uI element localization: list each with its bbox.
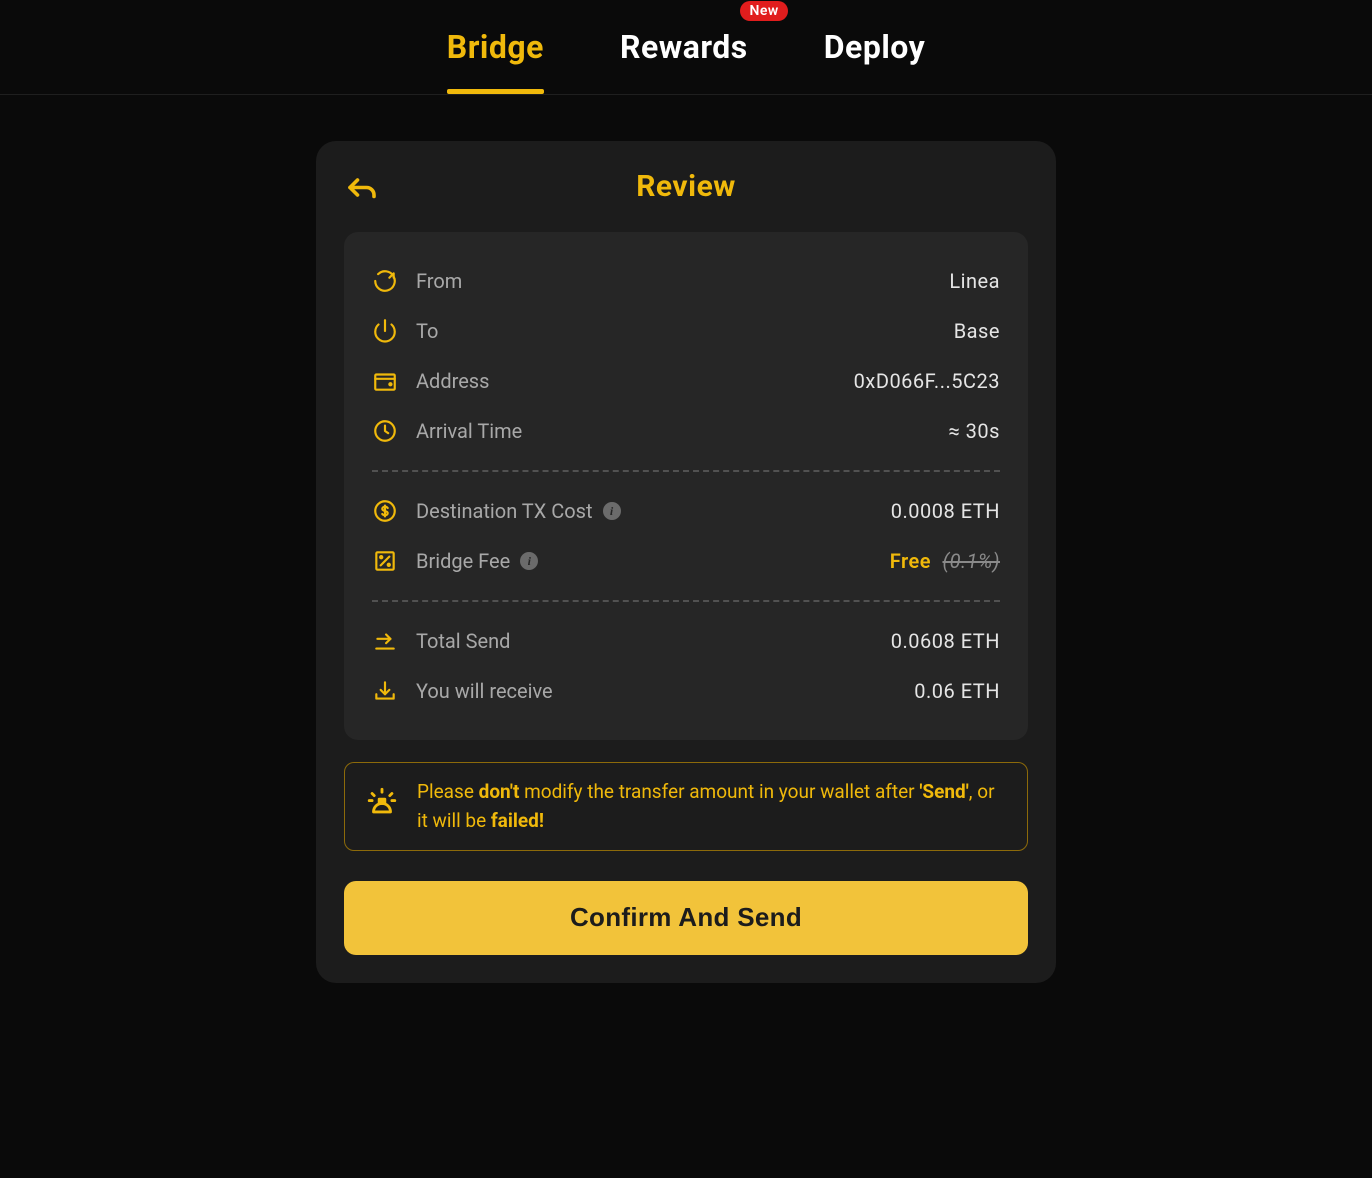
fee-label: Bridge Fee i — [416, 549, 538, 573]
tab-rewards-label: Rewards — [620, 28, 748, 66]
to-icon — [372, 318, 398, 344]
send-icon — [372, 628, 398, 654]
arrival-label: Arrival Time — [416, 419, 522, 443]
row-fee: Bridge Fee i Free (0.1%) — [372, 536, 1000, 586]
tab-bridge-label: Bridge — [447, 28, 544, 66]
card-title: Review — [636, 169, 736, 204]
tab-bridge[interactable]: Bridge — [409, 0, 582, 94]
review-card: Review From Linea To Base — [316, 141, 1056, 983]
rewards-new-badge: New — [740, 1, 787, 21]
confirm-send-button[interactable]: Confirm And Send — [344, 881, 1028, 955]
percent-icon — [372, 548, 398, 574]
row-txcost: Destination TX Cost i 0.0008 ETH — [372, 486, 1000, 536]
to-value: Base — [954, 319, 1000, 343]
total-send-label: Total Send — [416, 629, 510, 653]
top-nav: Bridge Rewards New Deploy — [0, 0, 1372, 95]
receive-value: 0.06 ETH — [914, 679, 1000, 703]
from-value: Linea — [949, 269, 1000, 293]
info-icon[interactable]: i — [520, 552, 538, 570]
warning-box: Please don't modify the transfer amount … — [344, 762, 1028, 851]
row-to: To Base — [372, 306, 1000, 356]
arrival-value: ≈ 30s — [948, 419, 1000, 443]
from-icon — [372, 268, 398, 294]
clock-icon — [372, 418, 398, 444]
dollar-icon — [372, 498, 398, 524]
address-label: Address — [416, 369, 489, 393]
address-value: 0xD066F...5C23 — [854, 369, 1000, 393]
receive-icon — [372, 678, 398, 704]
receive-label: You will receive — [416, 679, 553, 703]
from-label: From — [416, 269, 462, 293]
row-total-send: Total Send 0.0608 ETH — [372, 616, 1000, 666]
fee-value: Free (0.1%) — [890, 549, 1000, 573]
to-label: To — [416, 319, 438, 343]
row-from: From Linea — [372, 256, 1000, 306]
row-address: Address 0xD066F...5C23 — [372, 356, 1000, 406]
back-arrow-icon — [344, 171, 380, 207]
divider-2 — [372, 600, 1000, 602]
alarm-icon — [365, 785, 399, 827]
wallet-icon — [372, 368, 398, 394]
row-receive: You will receive 0.06 ETH — [372, 666, 1000, 716]
tab-deploy[interactable]: Deploy — [786, 0, 963, 94]
divider-1 — [372, 470, 1000, 472]
txcost-value: 0.0008 ETH — [891, 499, 1000, 523]
info-icon[interactable]: i — [603, 502, 621, 520]
warning-text: Please don't modify the transfer amount … — [417, 777, 1007, 836]
total-send-value: 0.0608 ETH — [891, 629, 1000, 653]
tab-deploy-label: Deploy — [824, 28, 925, 66]
row-arrival: Arrival Time ≈ 30s — [372, 406, 1000, 456]
txcost-label: Destination TX Cost i — [416, 499, 621, 523]
back-button[interactable] — [344, 171, 380, 207]
review-panel: From Linea To Base Address 0x — [344, 232, 1028, 740]
tab-rewards[interactable]: Rewards New — [582, 0, 786, 94]
